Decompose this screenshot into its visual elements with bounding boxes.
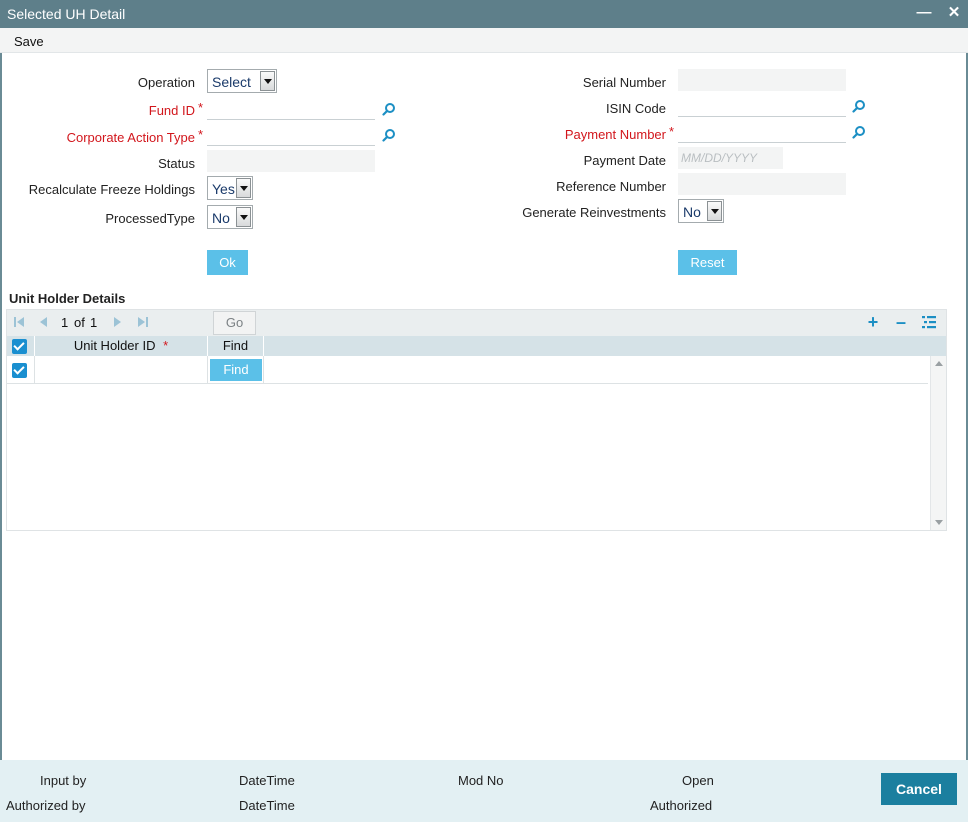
scroll-up-icon[interactable] xyxy=(935,361,943,366)
reference-number-field xyxy=(678,173,846,195)
select-all-checkbox[interactable] xyxy=(12,339,27,354)
column-header-find[interactable]: Find xyxy=(208,336,264,356)
last-page-icon[interactable] xyxy=(136,315,150,329)
authorized-by-label: Authorized by xyxy=(6,798,86,813)
required-marker: * xyxy=(198,127,204,142)
audit-footer: Input by Authorized by DateTime DateTime… xyxy=(0,760,968,822)
row-checkbox[interactable] xyxy=(12,363,27,378)
section-title-unit-holder-details: Unit Holder Details xyxy=(9,291,126,306)
corporate-action-type-input[interactable] xyxy=(207,124,375,145)
chevron-down-icon[interactable] xyxy=(236,178,251,198)
reference-number-label: Reference Number xyxy=(556,179,666,194)
payment-date-field xyxy=(678,147,783,169)
mod-no-label: Mod No xyxy=(458,773,504,788)
reference-number-input xyxy=(678,173,846,195)
select-all-cell xyxy=(7,336,35,356)
find-button[interactable]: Find xyxy=(210,359,262,381)
pager-current: 1 xyxy=(61,315,69,330)
status-field xyxy=(207,150,375,172)
fund-id-input[interactable] xyxy=(207,98,375,119)
column-label-unit-holder-id: Unit Holder ID xyxy=(73,338,156,353)
grid-header: Unit Holder ID * Find xyxy=(7,336,946,356)
close-icon[interactable]: ✕ xyxy=(943,2,965,24)
reset-button[interactable]: Reset xyxy=(678,250,737,275)
search-icon[interactable] xyxy=(852,99,866,113)
generate-reinvestments-select[interactable]: No xyxy=(678,199,724,223)
ok-button[interactable]: Ok xyxy=(207,250,248,275)
unit-holder-grid: 1 of 1 Go + – Unit Holder ID * Find Find xyxy=(6,309,947,531)
generate-reinvestments-label: Generate Reinvestments xyxy=(522,205,666,220)
fund-id-field[interactable] xyxy=(207,98,375,120)
first-page-icon[interactable] xyxy=(12,315,26,329)
row-select-cell xyxy=(7,356,35,384)
search-icon[interactable] xyxy=(382,102,396,116)
payment-date-label: Payment Date xyxy=(583,153,666,168)
window-frame-left xyxy=(0,53,2,760)
payment-number-field[interactable] xyxy=(678,121,846,143)
input-datetime-label: DateTime xyxy=(239,773,295,788)
unit-holder-id-cell[interactable] xyxy=(35,356,208,384)
authorized-datetime-label: DateTime xyxy=(239,798,295,813)
save-button[interactable]: Save xyxy=(14,34,44,49)
menu-bar: Save xyxy=(0,28,968,53)
scroll-down-icon[interactable] xyxy=(935,520,943,525)
input-by-label: Input by xyxy=(40,773,87,788)
list-view-icon[interactable] xyxy=(921,314,937,330)
processed-type-select[interactable]: No xyxy=(207,205,253,229)
serial-number-label: Serial Number xyxy=(582,75,666,90)
open-status-label: Open xyxy=(682,773,714,788)
cancel-button[interactable]: Cancel xyxy=(881,773,957,805)
processed-type-label: ProcessedType xyxy=(105,211,195,226)
search-icon[interactable] xyxy=(382,128,396,142)
chevron-down-icon[interactable] xyxy=(260,71,275,91)
operation-select[interactable]: Select xyxy=(207,69,277,93)
operation-label: Operation xyxy=(137,75,195,90)
serial-number-input xyxy=(678,69,846,91)
search-icon[interactable] xyxy=(852,125,866,139)
previous-page-icon[interactable] xyxy=(37,315,51,329)
recalculate-freeze-holdings-select[interactable]: Yes xyxy=(207,176,253,200)
minimize-icon[interactable]: — xyxy=(913,2,935,24)
generate-reinvestments-value: No xyxy=(683,204,701,220)
grid-toolbar: 1 of 1 Go + – xyxy=(7,310,946,336)
payment-date-input xyxy=(678,147,783,169)
table-row: Find xyxy=(7,356,928,384)
grid-scrollbar[interactable] xyxy=(930,356,946,530)
next-page-icon[interactable] xyxy=(110,315,124,329)
add-row-icon[interactable]: + xyxy=(865,313,881,331)
corporate-action-type-label: Corporate Action Type xyxy=(66,130,195,145)
isin-code-field[interactable] xyxy=(678,95,846,117)
delete-row-icon[interactable]: – xyxy=(893,313,909,331)
required-marker: * xyxy=(163,338,169,353)
column-header-unit-holder-id[interactable]: Unit Holder ID * xyxy=(35,336,208,356)
chevron-down-icon[interactable] xyxy=(236,207,251,227)
window-title: Selected UH Detail xyxy=(7,6,126,22)
pager-total: 1 xyxy=(90,315,98,330)
isin-code-input[interactable] xyxy=(678,95,846,116)
status-label: Status xyxy=(158,156,195,171)
serial-number-field xyxy=(678,69,846,91)
required-marker: * xyxy=(198,100,204,115)
go-button[interactable]: Go xyxy=(213,311,256,335)
recalculate-freeze-holdings-label: Recalculate Freeze Holdings xyxy=(28,182,195,197)
processed-type-value: No xyxy=(212,210,230,226)
isin-code-label: ISIN Code xyxy=(606,101,666,116)
window-titlebar: Selected UH Detail — ✕ xyxy=(0,0,968,28)
authorized-status-label: Authorized xyxy=(650,798,713,813)
pager-of: of xyxy=(74,315,85,330)
recalculate-freeze-holdings-value: Yes xyxy=(212,181,235,197)
corporate-action-type-field[interactable] xyxy=(207,124,375,146)
chevron-down-icon[interactable] xyxy=(707,201,722,221)
payment-number-input[interactable] xyxy=(678,121,846,142)
required-marker: * xyxy=(669,124,675,139)
fund-id-label: Fund ID xyxy=(148,103,195,118)
payment-number-label: Payment Number xyxy=(564,127,666,142)
operation-value: Select xyxy=(212,74,251,90)
status-input xyxy=(207,150,375,172)
